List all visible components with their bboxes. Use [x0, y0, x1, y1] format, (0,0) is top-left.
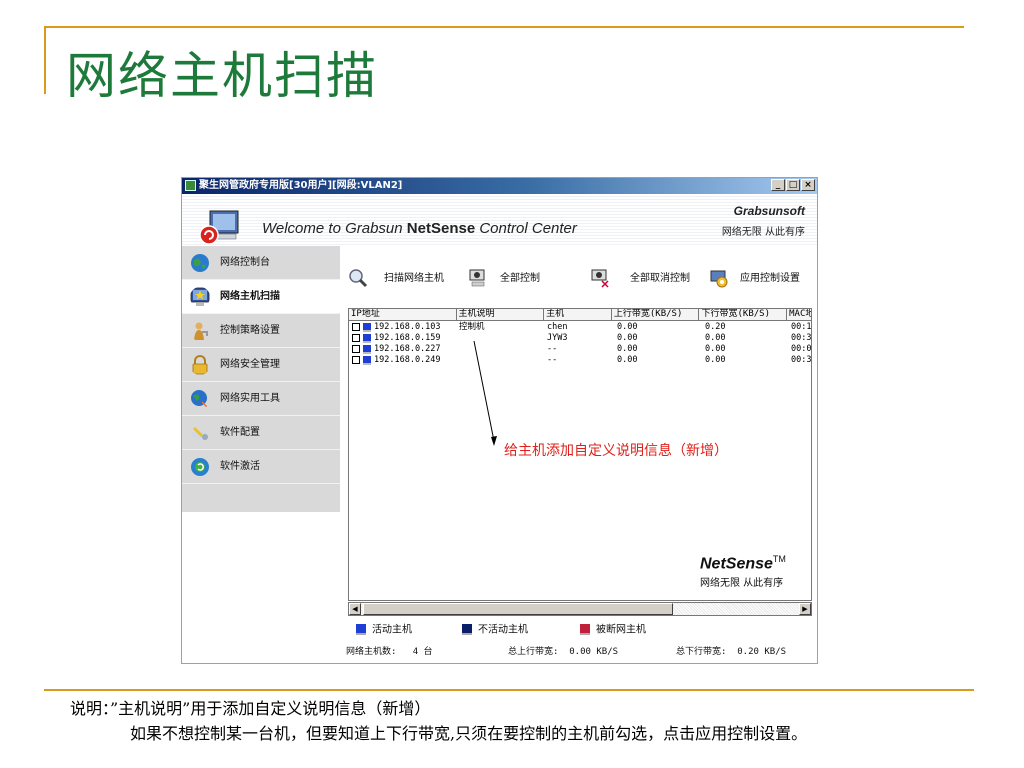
horizontal-scrollbar[interactable]: ◀ ▶ — [348, 602, 812, 616]
trademark-mark: TM — [772, 554, 786, 564]
inactive-host-swatch-icon — [462, 624, 472, 635]
legend-active-label: 活动主机 — [372, 624, 412, 636]
active-host-swatch-icon — [356, 624, 366, 635]
status-up-total: 总上行带宽: 0.00 KB/S — [508, 644, 618, 657]
netsense-watermark: NetSenseTM — [700, 554, 786, 573]
scroll-left-button[interactable]: ◀ — [349, 603, 361, 615]
legend-cut-label: 被断网主机 — [596, 624, 646, 636]
legend-active: 活动主机 — [356, 624, 412, 637]
annotation-text: 给主机添加自定义说明信息（新增） — [504, 443, 728, 459]
status-host-count: 网络主机数: 4 台 — [346, 644, 433, 657]
note-line-2: 如果不想控制某一台机，但要知道上下行带宽,只须在要控制的主机前勾选，点击应用控制… — [130, 724, 808, 743]
legend-inactive-label: 不活动主机 — [478, 624, 528, 636]
scroll-right-button[interactable]: ▶ — [799, 603, 811, 615]
slide-top-rule — [44, 26, 964, 28]
netsense-brand: NetSense — [700, 555, 773, 573]
up-total-label: 总上行带宽: — [508, 647, 559, 657]
slide-title: 网络主机扫描 — [66, 47, 378, 105]
annotation-arrow — [473, 340, 497, 446]
legend-cut: 被断网主机 — [580, 624, 646, 637]
up-total-value: 0.00 KB/S — [569, 647, 619, 657]
host-count-label: 网络主机数: — [346, 647, 397, 657]
note-line-1: 说明：”主机说明”用于添加自定义说明信息（新增） — [70, 699, 431, 718]
host-count-value: 4 台 — [412, 647, 433, 657]
scroll-thumb[interactable] — [363, 603, 673, 615]
status-down-total: 总下行带宽: 0.20 KB/S — [676, 644, 786, 657]
app-window: 聚生网管政府专用版[30用户][网段:VLAN2] _ □ × Welcome … — [181, 177, 818, 664]
netsense-slogan: 网络无限 从此有序 — [700, 578, 784, 589]
cut-host-swatch-icon — [580, 624, 590, 635]
slide-left-rule — [44, 26, 46, 94]
legend-inactive: 不活动主机 — [462, 624, 528, 637]
down-total-label: 总下行带宽: — [676, 647, 727, 657]
down-total-value: 0.20 KB/S — [737, 647, 787, 657]
slide-bottom-rule — [44, 689, 974, 691]
